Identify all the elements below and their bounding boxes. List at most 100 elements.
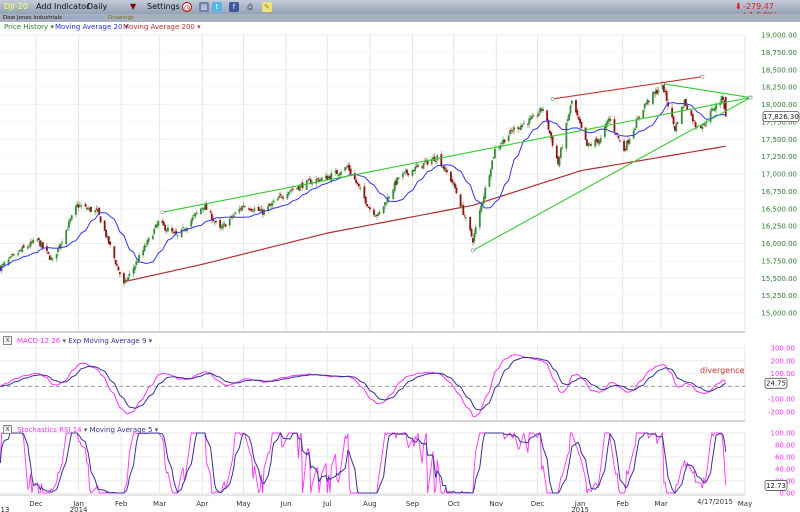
last-date-label: 4/17/2015	[697, 498, 733, 506]
candle-body	[434, 160, 437, 163]
candle-body	[65, 229, 68, 245]
candle-body	[349, 168, 352, 174]
candle-body	[136, 262, 139, 264]
candle-body	[243, 206, 246, 208]
macd-signal-line	[0, 356, 726, 411]
candle	[180, 228, 183, 239]
candle-body	[162, 221, 165, 226]
candle	[162, 219, 165, 226]
stoch-tick-label: 60.00	[775, 454, 795, 462]
candle-body	[190, 220, 193, 227]
candle-body	[117, 266, 120, 271]
candle	[542, 105, 544, 113]
candle	[209, 208, 212, 214]
candle-body	[315, 179, 318, 184]
candle-body	[532, 115, 535, 117]
candle-body	[263, 209, 265, 215]
candle-body	[125, 280, 128, 282]
trendline	[162, 97, 751, 213]
candle-body	[459, 194, 462, 207]
candle	[80, 203, 83, 210]
stoch-title[interactable]: Stochastics RSI 14 ▾ Moving Average 5 ▾	[17, 426, 158, 434]
candle-body	[228, 219, 231, 226]
candle-body	[722, 97, 724, 100]
candle-body	[118, 272, 121, 275]
chart-canvas[interactable]: Dec Jan Feb Mar Apr May Jun Jul Aug Sep Oct Nov Dec J…	[0, 0, 800, 512]
price-tick-label: 16,750.00	[761, 188, 797, 196]
price-tick-label: 19,000.00	[761, 32, 797, 40]
candle-body	[693, 120, 696, 122]
close-stoch-button[interactable]: X	[3, 425, 12, 434]
candle-body	[316, 178, 319, 180]
candle-body	[590, 144, 592, 146]
candle-body	[46, 246, 48, 251]
candle-body	[388, 196, 391, 199]
candle	[434, 160, 437, 164]
candle-body	[135, 261, 138, 266]
candle-body	[503, 139, 506, 143]
candle-body	[647, 100, 650, 103]
candle	[118, 271, 121, 278]
candle	[65, 229, 68, 248]
candle-body	[180, 228, 183, 238]
candle-body	[84, 203, 87, 207]
candle-body	[445, 169, 448, 173]
candle-body	[609, 119, 612, 121]
candle-body	[114, 260, 117, 265]
candle	[340, 169, 342, 178]
x-tick-label: Mar	[153, 500, 166, 508]
candle	[113, 245, 116, 261]
stoch-tick-label: 80.00	[775, 442, 795, 450]
candle-body	[51, 258, 54, 260]
candle-body	[675, 123, 678, 132]
candle	[47, 251, 50, 255]
candle-body	[271, 202, 274, 206]
x-tick-label: Sep	[406, 500, 420, 508]
candle-body	[287, 191, 290, 195]
candle-body	[215, 221, 217, 223]
candle	[194, 213, 197, 220]
candle-body	[440, 154, 443, 167]
candle	[263, 208, 265, 217]
candle-body	[13, 254, 15, 256]
stoch-tick-label: 40.00	[775, 466, 795, 474]
candle-body	[61, 242, 64, 244]
year-label: 13	[1, 506, 10, 512]
candle-body	[494, 148, 496, 159]
candle	[26, 245, 29, 251]
stoch-title-label: Stochastics RSI 14	[17, 426, 82, 434]
candle-body	[635, 119, 638, 129]
x-tick-label: May	[738, 500, 752, 508]
x-tick-label: Aug	[363, 500, 377, 508]
price-tick-label: 18,000.00	[761, 101, 797, 109]
candle-body	[68, 221, 70, 228]
candle-body	[164, 224, 167, 231]
candle	[282, 194, 285, 201]
candle	[238, 205, 241, 215]
candle-body	[194, 213, 197, 217]
candle	[22, 243, 25, 249]
candle-body	[234, 212, 237, 215]
trendline-handle	[700, 74, 705, 79]
x-tick-label: Nov	[489, 500, 503, 508]
close-macd-button[interactable]: X	[3, 336, 12, 345]
candle-body	[359, 187, 362, 189]
candle-body	[536, 115, 539, 117]
trendline	[662, 83, 751, 99]
candle-body	[613, 119, 616, 132]
macd-title[interactable]: MACD 12 26 ▾ Exp Moving Average 9 ▾	[17, 337, 152, 345]
candle-body	[345, 167, 348, 169]
candle-body	[403, 172, 406, 174]
candle-body	[55, 253, 58, 259]
price-tick-label: 16,000.00	[761, 240, 797, 248]
candle-body	[378, 211, 381, 215]
candle	[559, 146, 562, 159]
candle-body	[682, 106, 685, 109]
candle	[153, 228, 156, 235]
candle-body	[385, 202, 388, 204]
candle	[366, 203, 369, 208]
candle-body	[542, 108, 544, 111]
candle	[368, 204, 371, 213]
candle	[109, 241, 112, 249]
candle-body	[171, 228, 173, 232]
